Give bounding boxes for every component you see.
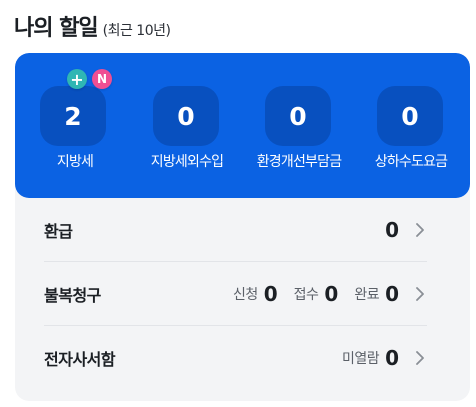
stat-water-fee-label: 상하수도요금 xyxy=(374,154,448,170)
row-refund-right: 0 xyxy=(385,198,427,261)
appeal-receipt-value: 0 xyxy=(324,281,339,306)
row-appeal-right: 신청 0 접수 0 완료 0 xyxy=(217,262,427,325)
page-title: 나의 할일 xyxy=(14,16,99,41)
appeal-complete-label: 완료 xyxy=(354,286,380,303)
row-electronic-mailbox-right: 미열람 0 xyxy=(326,326,427,389)
todo-card: 2 + N 지방세 0 지방세외수입 0 환경개선부담금 0 상하수도요금 환급… xyxy=(15,53,470,401)
stat-non-tax-revenue[interactable]: 0 지방세외수입 xyxy=(127,53,247,198)
row-refund-label: 환급 xyxy=(44,221,73,241)
plus-badge-icon: + xyxy=(67,69,87,89)
stat-water-fee-value: 0 xyxy=(401,101,419,131)
appeal-apply-metric: 신청 0 xyxy=(233,282,278,306)
plus-badge-text: + xyxy=(70,69,84,89)
edoc-unread-metric: 미열람 0 xyxy=(342,346,399,370)
page-header: 나의 할일 (최근 10년) xyxy=(14,10,171,42)
chevron-right-icon[interactable] xyxy=(413,350,427,365)
tax-summary-panel: 2 + N 지방세 0 지방세외수입 0 환경개선부담금 0 상하수도요금 xyxy=(15,53,470,198)
stat-non-tax-revenue-label: 지방세외수입 xyxy=(150,154,224,170)
stat-environment-charge[interactable]: 0 환경개선부담금 xyxy=(239,53,359,198)
appeal-complete-value: 0 xyxy=(385,281,399,306)
stat-water-fee-box[interactable]: 0 xyxy=(377,86,443,146)
appeal-apply-value: 0 xyxy=(263,281,278,306)
row-refund-value: 0 xyxy=(385,217,399,242)
new-badge-icon: N xyxy=(92,69,112,89)
page: 나의 할일 (최근 10년) 2 + N 지방세 0 지방세외수입 0 환경개선… xyxy=(0,0,476,407)
row-appeal[interactable]: 불복청구 신청 0 접수 0 완료 0 xyxy=(44,262,427,326)
stat-environment-charge-label: 환경개선부담금 xyxy=(256,154,342,170)
stat-non-tax-revenue-box[interactable]: 0 xyxy=(153,86,219,146)
row-electronic-mailbox-label: 전자사서함 xyxy=(44,349,116,369)
stat-local-tax-label: 지방세 xyxy=(56,154,94,170)
row-appeal-label: 불복청구 xyxy=(44,285,101,305)
row-electronic-mailbox[interactable]: 전자사서함 미열람 0 xyxy=(44,326,427,389)
page-subtitle: (최근 10년) xyxy=(102,23,171,39)
appeal-receipt-label: 접수 xyxy=(293,286,319,303)
appeal-complete-metric: 완료 0 xyxy=(354,282,399,306)
new-badge-text: N xyxy=(96,72,108,86)
stat-local-tax[interactable]: 2 + N 지방세 xyxy=(15,53,135,198)
stat-environment-charge-box[interactable]: 0 xyxy=(265,86,331,146)
stat-non-tax-revenue-value: 0 xyxy=(177,101,195,131)
stat-local-tax-box[interactable]: 2 xyxy=(40,86,106,146)
appeal-receipt-metric: 접수 0 xyxy=(294,282,339,306)
task-rows: 환급 0 불복청구 신청 0 접수 0 완료 0 전자사서함 미열람 0 xyxy=(44,198,427,389)
row-refund[interactable]: 환급 0 xyxy=(44,198,427,262)
stat-environment-charge-value: 0 xyxy=(289,101,307,131)
appeal-apply-label: 신청 xyxy=(232,286,258,303)
edoc-unread-value: 0 xyxy=(385,345,399,370)
stat-water-fee[interactable]: 0 상하수도요금 xyxy=(351,53,470,198)
stat-local-tax-value: 2 xyxy=(64,101,82,131)
edoc-unread-label: 미열람 xyxy=(341,350,380,367)
chevron-right-icon[interactable] xyxy=(413,222,427,237)
chevron-right-icon[interactable] xyxy=(413,286,427,301)
